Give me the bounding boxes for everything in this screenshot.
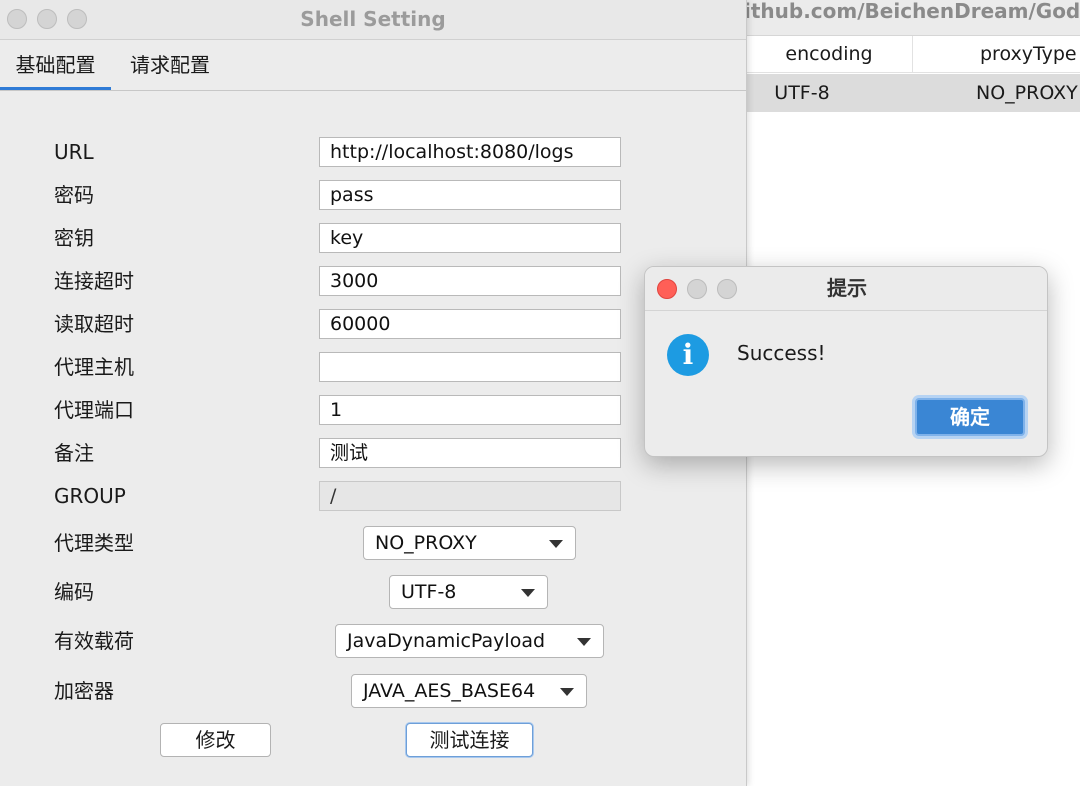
password-label: 密码	[54, 183, 94, 207]
group-input: /	[319, 481, 621, 511]
chevron-down-icon	[560, 688, 574, 696]
key-label: 密钥	[54, 226, 94, 250]
chevron-down-icon	[577, 638, 591, 646]
table-header: encoding proxyType	[746, 36, 1080, 73]
key-input[interactable]: key	[319, 223, 621, 253]
proxy-host-input[interactable]	[319, 352, 621, 382]
chevron-down-icon	[549, 540, 563, 548]
proxy-type-select[interactable]: NO_PROXY	[363, 526, 576, 560]
alert-dialog: 提示 i Success! 确定	[644, 266, 1048, 457]
table-cell-proxytype: NO_PROXY	[976, 82, 1078, 104]
payload-select[interactable]: JavaDynamicPayload	[335, 624, 604, 658]
connect-timeout-label: 连接超时	[54, 269, 134, 293]
encoding-label: 编码	[54, 580, 94, 604]
proxy-port-input[interactable]: 1	[319, 395, 621, 425]
url-label: URL	[54, 140, 94, 164]
info-icon: i	[667, 334, 709, 376]
cryption-select[interactable]: JAVA_AES_BASE64	[351, 674, 587, 708]
table-row[interactable]: UTF-8 NO_PROXY	[746, 74, 1080, 112]
window-title: Shell Setting	[300, 7, 446, 31]
column-header-proxytype[interactable]: proxyType	[914, 36, 1080, 73]
test-connection-button[interactable]: 测试连接	[406, 723, 533, 757]
tab-request-config[interactable]: 请求配置	[111, 41, 229, 90]
chevron-down-icon	[521, 589, 535, 597]
proxy-type-value: NO_PROXY	[375, 532, 477, 554]
encoding-select[interactable]: UTF-8	[389, 575, 548, 609]
remark-input[interactable]: 测试	[319, 438, 621, 468]
shell-setting-window: Shell Setting 基础配置 请求配置 URL http://local…	[0, 0, 747, 786]
remark-label: 备注	[54, 441, 94, 465]
table-cell-encoding: UTF-8	[774, 82, 830, 104]
group-label: GROUP	[54, 484, 126, 508]
cryption-value: JAVA_AES_BASE64	[363, 680, 536, 702]
dialog-title: 提示	[827, 276, 867, 300]
proxy-type-label: 代理类型	[54, 531, 134, 555]
column-header-encoding[interactable]: encoding	[746, 36, 913, 73]
read-timeout-input[interactable]: 60000	[319, 309, 621, 339]
tab-bar: 基础配置 请求配置	[0, 41, 746, 91]
background-window-title: ithub.com/BeichenDream/Godzilla	[744, 0, 1080, 23]
cryption-label: 加密器	[54, 679, 114, 703]
dialog-titlebar: 提示	[645, 267, 1047, 311]
payload-label: 有效载荷	[54, 629, 134, 653]
payload-value: JavaDynamicPayload	[347, 630, 546, 652]
connect-timeout-input[interactable]: 3000	[319, 266, 621, 296]
proxy-host-label: 代理主机	[54, 355, 134, 379]
url-input[interactable]: http://localhost:8080/logs	[319, 137, 621, 167]
read-timeout-label: 读取超时	[54, 312, 134, 336]
modify-button[interactable]: 修改	[160, 723, 271, 757]
dialog-message: Success!	[737, 341, 826, 365]
ok-button[interactable]: 确定	[915, 398, 1025, 436]
shell-setting-titlebar: Shell Setting	[0, 0, 746, 40]
tab-basic-config[interactable]: 基础配置	[0, 41, 111, 90]
proxy-port-label: 代理端口	[54, 398, 134, 422]
encoding-value: UTF-8	[401, 581, 457, 603]
password-input[interactable]: pass	[319, 180, 621, 210]
